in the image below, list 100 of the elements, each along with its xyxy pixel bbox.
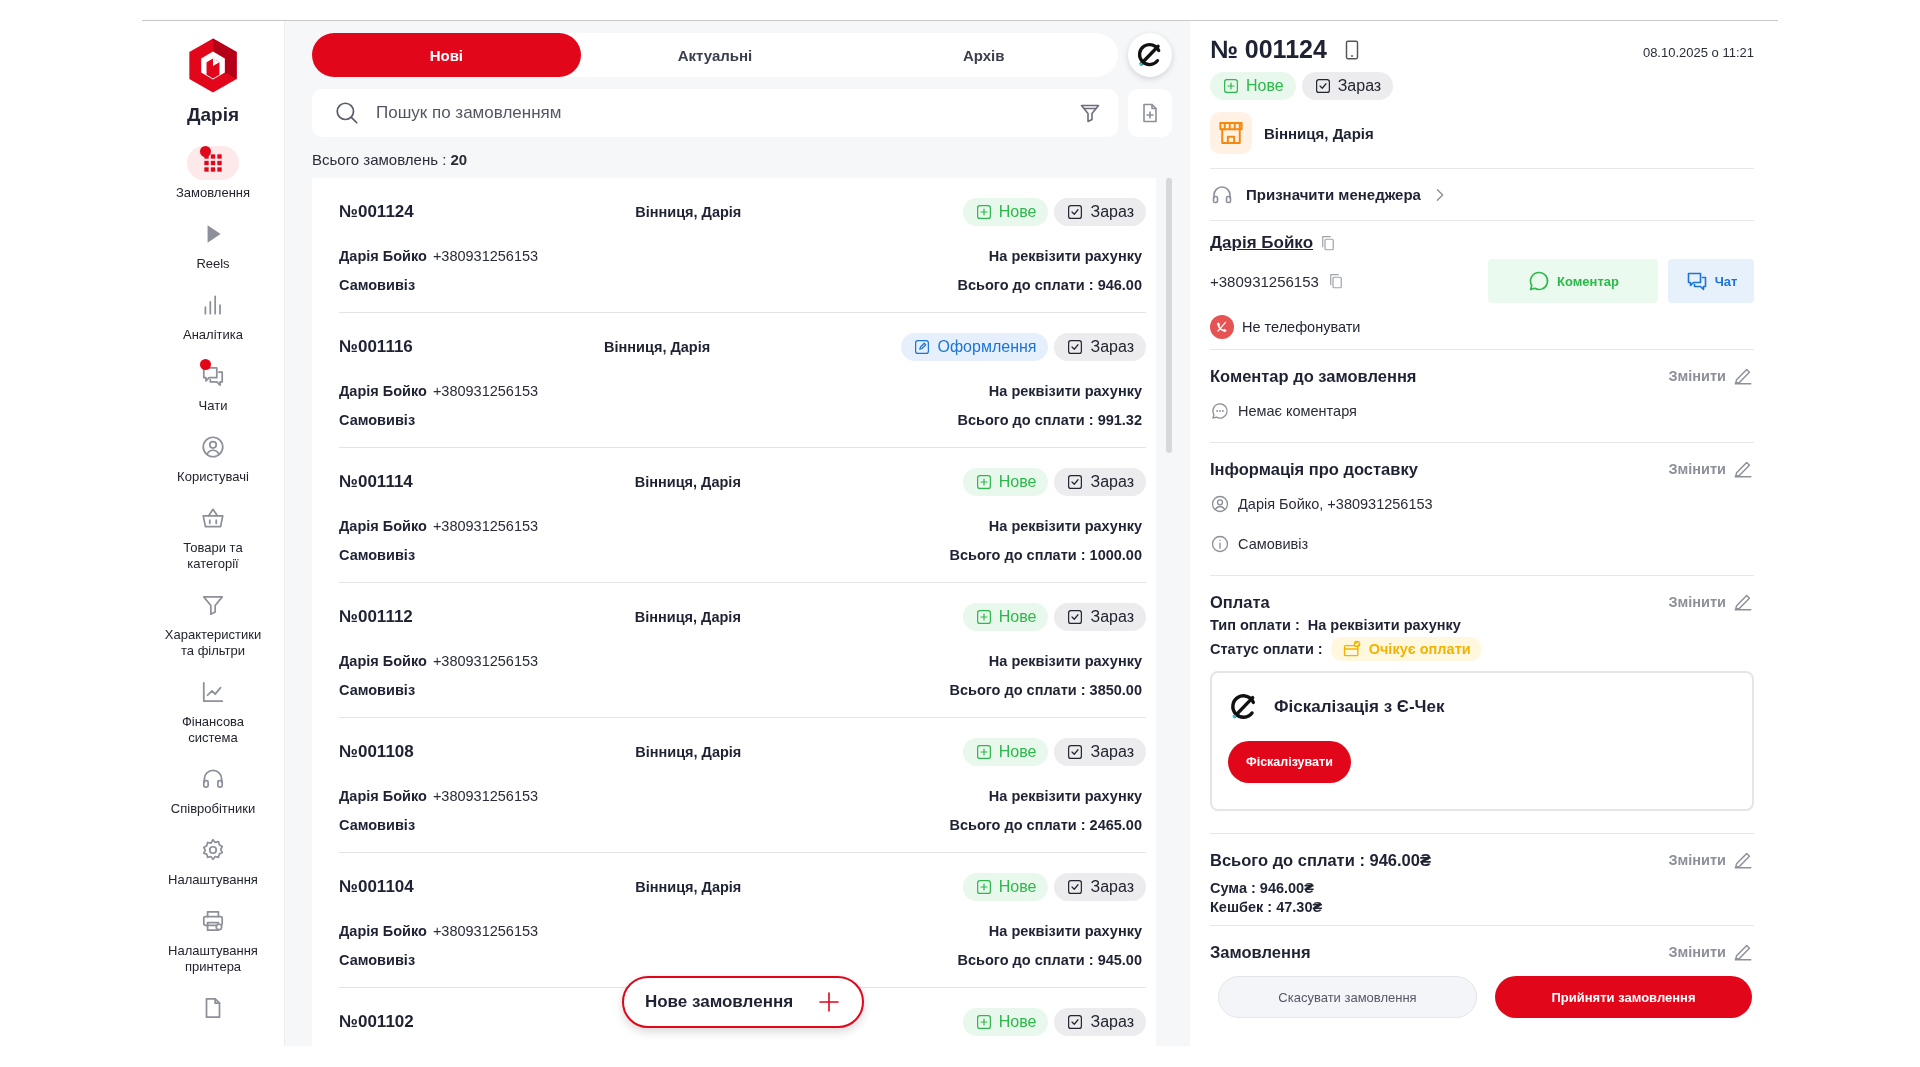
- accept-order-button[interactable]: Прийняти замовлення: [1495, 976, 1752, 1018]
- order-number: №001108: [339, 742, 414, 762]
- sidebar-item[interactable]: Reels: [148, 217, 278, 288]
- status-badge: Зараз: [1054, 198, 1146, 226]
- user-name: Дарія: [186, 104, 240, 126]
- status-badge: Нове: [962, 1008, 1049, 1036]
- status-badge: Зараз: [1054, 738, 1146, 766]
- status-badge: Зараз: [1054, 603, 1146, 631]
- search-field[interactable]: Пошук по замовленням: [312, 89, 1118, 137]
- section-title: Оплата: [1210, 592, 1270, 612]
- section-title: Замовлення: [1210, 942, 1311, 962]
- order-number: №001104: [339, 877, 414, 897]
- order-city: Вінниця, Дарія: [634, 474, 741, 490]
- order-number: №001114: [339, 472, 413, 492]
- order-date: 08.10.2025 о 11:21: [1642, 45, 1754, 60]
- chat-button[interactable]: Чат: [1668, 259, 1754, 303]
- payment-method: На реквізити рахунку: [988, 383, 1142, 399]
- phone-slash-icon: [1215, 320, 1229, 334]
- sidebar-item[interactable]: Співробітники: [148, 762, 278, 833]
- user-circle-icon: [1210, 494, 1230, 514]
- plus-square-icon: [974, 473, 993, 491]
- customer-name: Дарія Бойко: [339, 518, 427, 534]
- total-line: Кешбек : 47.30₴: [1210, 898, 1324, 917]
- e-check-button[interactable]: [1128, 33, 1172, 77]
- total-line: Сума : 946.00₴: [1210, 879, 1315, 898]
- customer-name: Дарія Бойко: [339, 788, 427, 804]
- search-icon: [334, 100, 360, 126]
- section-title: Інформація про доставку: [1210, 459, 1418, 479]
- status-badge: Нове: [1210, 72, 1296, 100]
- sidebar-item[interactable]: Характеристики та фільтри: [148, 588, 278, 675]
- customer-name-link[interactable]: Дарія Бойко: [1210, 233, 1314, 253]
- order-city: Вінниця, Дарія: [634, 609, 741, 625]
- check-square-icon: [1066, 473, 1085, 491]
- order-number: №001116: [339, 337, 413, 357]
- tab[interactable]: Архів: [849, 33, 1118, 77]
- speech-bubble-icon: [1527, 269, 1551, 293]
- status-badge: Нове: [962, 738, 1049, 766]
- sidebar-item[interactable]: Налаштування: [148, 833, 278, 904]
- plus-square-icon: [974, 743, 993, 761]
- customer-name: Дарія Бойко: [339, 248, 427, 264]
- customer-name: Дарія Бойко: [339, 923, 427, 939]
- order-total: Всього до сплати : 945.00: [957, 952, 1142, 968]
- store-name: Вінниця, Дарія: [1264, 124, 1374, 142]
- order-city: Вінниця, Дарія: [635, 204, 742, 220]
- status-badge: Нове: [962, 468, 1049, 496]
- payment-method: На реквізити рахунку: [988, 788, 1142, 804]
- sidebar-item[interactable]: Користувачі: [148, 430, 278, 501]
- payment-type-label: Тип оплати :: [1210, 617, 1300, 633]
- sidebar-item[interactable]: Замовлення: [148, 146, 278, 217]
- order-total: Всього до сплати : 946.00: [957, 277, 1142, 293]
- sidebar-item[interactable]: Товари та категорії: [148, 501, 278, 588]
- sidebar-item[interactable]: Фінансова система: [148, 675, 278, 762]
- order-number: № 001124: [1210, 35, 1327, 64]
- customer-name: Дарія Бойко: [339, 383, 427, 399]
- customer-phone: +380931256153: [432, 518, 539, 534]
- order-number: №001102: [339, 1012, 414, 1032]
- speech-bubble-icon: [1210, 401, 1230, 421]
- sidebar-item[interactable]: Налаштування принтера: [148, 904, 278, 991]
- section-title: Коментар до замовлення: [1210, 366, 1417, 386]
- plus-icon: [817, 990, 842, 1014]
- check-square-icon: [1066, 338, 1085, 356]
- status-badge: Зараз: [1054, 1008, 1146, 1036]
- cancel-order-button[interactable]: Скасувати замовлення: [1218, 976, 1477, 1018]
- fiscal-title: Фіскалізація з Є-Чек: [1274, 697, 1445, 717]
- status-badge: Нове: [962, 873, 1049, 901]
- printer-icon: [200, 908, 226, 934]
- payment-status-label: Статус оплати :: [1210, 641, 1323, 657]
- section-title: Всього до сплати : 946.00₴: [1210, 850, 1431, 870]
- search-input[interactable]: Пошук по замовленням: [374, 102, 1064, 124]
- user-circle-icon: [200, 434, 226, 460]
- delivery-method: Самовивіз: [339, 682, 416, 698]
- plus-square-icon: [974, 1013, 993, 1031]
- order-total: Всього до сплати : 3850.00: [949, 682, 1142, 698]
- payment-method: На реквізити рахунку: [988, 923, 1142, 939]
- check-square-icon: [1066, 608, 1085, 626]
- customer-name: Дарія Бойко: [339, 653, 427, 669]
- payment-method: На реквізити рахунку: [988, 248, 1142, 264]
- fiscalize-button[interactable]: Фіскалізувати: [1228, 741, 1351, 783]
- gear-icon: [200, 837, 226, 863]
- delivery-method: Самовивіз: [339, 547, 416, 563]
- tab[interactable]: Актуальні: [580, 33, 850, 77]
- customer-phone: +380931256153: [432, 653, 539, 669]
- new-order-button[interactable]: Нове замовлення: [622, 976, 864, 1028]
- sidebar-item[interactable]: Аналітика: [148, 288, 278, 359]
- tab[interactable]: Нові: [312, 33, 581, 77]
- sidebar-item[interactable]: Чати: [148, 359, 278, 430]
- delivery-method: Самовивіз: [339, 952, 416, 968]
- recipient: Дарія Бойко, +380931256153: [1238, 496, 1433, 512]
- customer-phone: +380931256153: [432, 788, 539, 804]
- order-city: Вінниця, Дарія: [635, 744, 742, 760]
- customer-phone: +380931256153: [432, 383, 539, 399]
- check-square-icon: [1066, 203, 1085, 221]
- customer-phone: +380931256153: [1210, 272, 1319, 290]
- delivery-method: Самовивіз: [339, 277, 416, 293]
- line-chart-icon: [200, 679, 226, 705]
- status-badge: Зараз: [1301, 72, 1394, 100]
- assign-manager-link[interactable]: Призначити менеджера: [1210, 169, 1754, 221]
- payment-method: На реквізити рахунку: [988, 518, 1142, 534]
- no-call-label: Не телефонувати: [1242, 319, 1361, 335]
- payment-status-badge: Очікує оплати: [1330, 637, 1481, 661]
